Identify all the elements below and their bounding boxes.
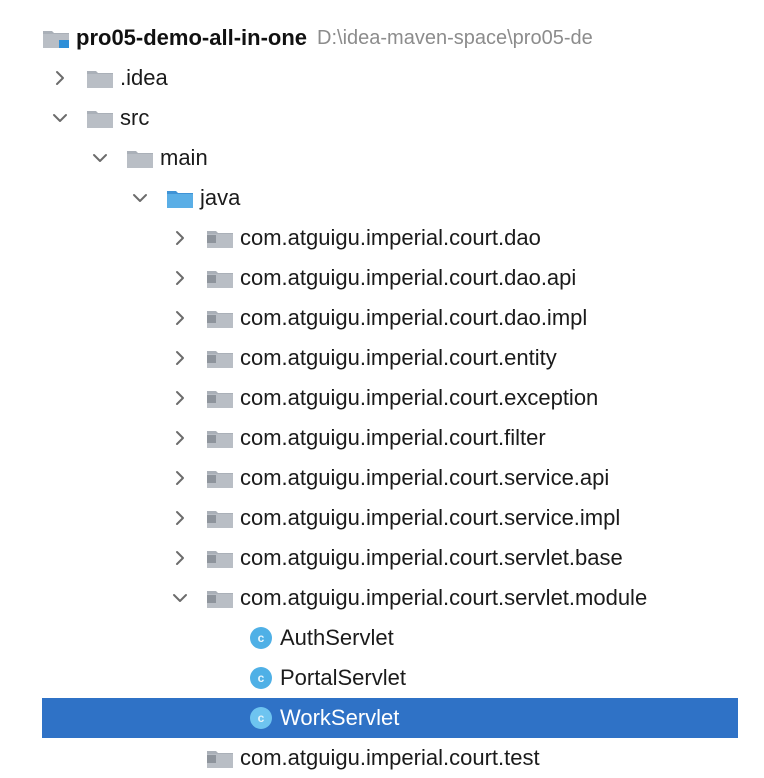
chevron-right-icon[interactable] <box>170 388 190 408</box>
tree-node-label: com.atguigu.imperial.court.exception <box>240 385 599 410</box>
tree-node-label: src <box>120 105 150 130</box>
package-folder-icon <box>206 468 234 489</box>
project-path: D:\idea-maven-space\pro05-de <box>317 26 593 49</box>
tree-node-label: WorkServlet <box>280 705 400 730</box>
tree-node-label: com.atguigu.imperial.court.dao.impl <box>240 305 588 330</box>
tree-node-package-entity[interactable]: com.atguigu.imperial.court.entity <box>0 338 764 378</box>
tree-node-label: com.atguigu.imperial.court.servlet.modul… <box>240 585 648 610</box>
project-name: pro05-demo-all-in-one <box>76 25 308 50</box>
tree-node-main[interactable]: main <box>0 138 764 178</box>
package-folder-icon <box>206 588 234 609</box>
tree-node-package-test[interactable]: com.atguigu.imperial.court.test <box>0 738 764 778</box>
project-tree: pro05-demo-all-in-one D:\idea-maven-spac… <box>0 18 764 778</box>
class-c-icon: c <box>250 707 272 729</box>
tree-node-label: com.atguigu.imperial.court.servlet.base <box>240 545 623 570</box>
class-c-icon: c <box>250 627 272 649</box>
package-folder-icon <box>206 348 234 369</box>
chevron-right-icon[interactable] <box>50 68 70 88</box>
tree-node-label: PortalServlet <box>280 665 406 690</box>
package-folder-icon <box>206 548 234 569</box>
chevron-right-icon[interactable] <box>170 308 190 328</box>
tree-node-package-servlet-module[interactable]: com.atguigu.imperial.court.servlet.modul… <box>0 578 764 618</box>
chevron-right-icon[interactable] <box>170 548 190 568</box>
tree-node-label: com.atguigu.imperial.court.dao.api <box>240 265 577 290</box>
chevron-right-icon[interactable] <box>170 428 190 448</box>
tree-node-label: com.atguigu.imperial.court.service.impl <box>240 505 621 530</box>
chevron-down-icon[interactable] <box>50 108 70 128</box>
tree-node-package-exception[interactable]: com.atguigu.imperial.court.exception <box>0 378 764 418</box>
tree-node-label: com.atguigu.imperial.court.service.api <box>240 465 610 490</box>
chevron-right-icon[interactable] <box>170 228 190 248</box>
folder-icon <box>126 148 154 169</box>
tree-node-project-root[interactable]: pro05-demo-all-in-one D:\idea-maven-spac… <box>0 18 764 58</box>
chevron-right-icon[interactable] <box>170 268 190 288</box>
folder-icon <box>86 68 114 89</box>
package-folder-icon <box>206 228 234 249</box>
chevron-down-icon[interactable] <box>90 148 110 168</box>
tree-node-package-service-api[interactable]: com.atguigu.imperial.court.service.api <box>0 458 764 498</box>
package-folder-icon <box>206 748 234 769</box>
tree-node-label: AuthServlet <box>280 625 394 650</box>
tree-node-label: com.atguigu.imperial.court.filter <box>240 425 546 450</box>
package-folder-icon <box>206 268 234 289</box>
tree-node-label: .idea <box>120 65 168 90</box>
tree-node-java[interactable]: java <box>0 178 764 218</box>
package-folder-icon <box>206 508 234 529</box>
chevron-right-icon[interactable] <box>170 508 190 528</box>
source-root-folder-icon <box>166 188 194 209</box>
tree-node-class-auth-servlet[interactable]: c AuthServlet <box>0 618 764 658</box>
tree-node-idea[interactable]: .idea <box>0 58 764 98</box>
tree-node-package-servlet-base[interactable]: com.atguigu.imperial.court.servlet.base <box>0 538 764 578</box>
class-c-icon: c <box>250 667 272 689</box>
tree-node-label: com.atguigu.imperial.court.test <box>240 745 540 770</box>
folder-icon <box>86 108 114 129</box>
tree-node-label: main <box>160 145 208 170</box>
tree-node-package-service-impl[interactable]: com.atguigu.imperial.court.service.impl <box>0 498 764 538</box>
module-folder-icon <box>42 28 70 49</box>
tree-node-src[interactable]: src <box>0 98 764 138</box>
package-folder-icon <box>206 308 234 329</box>
tree-node-package-dao-impl[interactable]: com.atguigu.imperial.court.dao.impl <box>0 298 764 338</box>
package-folder-icon <box>206 428 234 449</box>
chevron-down-icon[interactable] <box>170 588 190 608</box>
chevron-right-icon[interactable] <box>170 348 190 368</box>
tree-node-label: com.atguigu.imperial.court.dao <box>240 225 541 250</box>
tree-node-package-filter[interactable]: com.atguigu.imperial.court.filter <box>0 418 764 458</box>
tree-node-package-dao[interactable]: com.atguigu.imperial.court.dao <box>0 218 764 258</box>
chevron-right-icon[interactable] <box>170 468 190 488</box>
tree-node-class-work-servlet[interactable]: c WorkServlet <box>42 698 738 738</box>
tree-node-label: com.atguigu.imperial.court.entity <box>240 345 557 370</box>
chevron-down-icon[interactable] <box>130 188 150 208</box>
tree-node-package-dao-api[interactable]: com.atguigu.imperial.court.dao.api <box>0 258 764 298</box>
package-folder-icon <box>206 388 234 409</box>
tree-node-class-portal-servlet[interactable]: c PortalServlet <box>0 658 764 698</box>
tree-node-label: java <box>200 185 241 210</box>
